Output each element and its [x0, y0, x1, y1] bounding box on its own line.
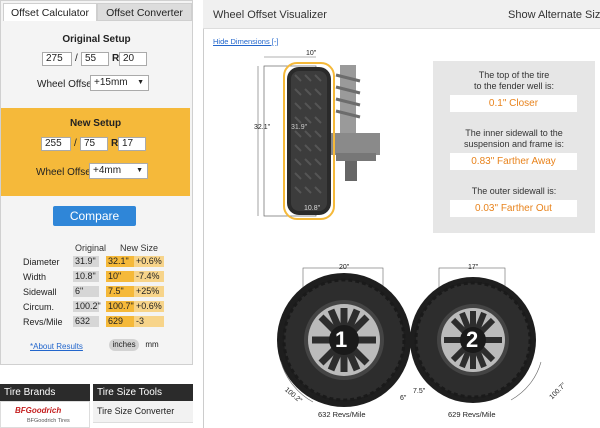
tire-1-sidewall: 6" — [400, 395, 407, 402]
diff-value: -3 — [134, 316, 164, 327]
dim-top-width: 10" — [306, 50, 317, 57]
diff-value: +0.6% — [134, 256, 164, 267]
new-value: 629 — [106, 316, 134, 327]
wheel-offset-label: Wheel Offset — [37, 79, 95, 90]
fact-value-3: 0.03" Farther Out — [450, 200, 577, 217]
original-rim-input[interactable]: 20 — [119, 52, 147, 66]
suspension-illustration — [257, 56, 380, 220]
dim-bottom-width: 10.8" — [304, 205, 321, 212]
strut-icon — [330, 65, 380, 181]
show-alternate-sizes-link[interactable]: Show Alternate Sizes [- — [508, 9, 600, 21]
col-header-original: Original — [75, 243, 107, 253]
tire-size-tools-header: Tire Size Tools — [93, 384, 193, 401]
original-aspect-input[interactable]: 55 — [81, 52, 109, 66]
bfgoodrich-logo: BFGoodrich — [15, 406, 62, 415]
fact-text-2b: suspension and frame is: — [463, 139, 565, 149]
tire-2-width-label: 17" — [468, 264, 479, 271]
orig-value: 10.8" — [73, 271, 99, 282]
tire-brands-header: Tire Brands — [0, 384, 90, 401]
dropdown-arrow-icon: ▼ — [137, 79, 144, 86]
tire-1-number: 1 — [335, 327, 348, 352]
new-value: 10" — [106, 271, 134, 282]
tire-2-revs: 629 Revs/Mile — [448, 410, 496, 419]
tab-offset-calculator[interactable]: Offset Calculator — [3, 3, 97, 21]
tire-size-converter-link[interactable]: Tire Size Converter — [97, 406, 174, 416]
row-label: Diameter — [23, 257, 60, 267]
fact-text-1a: The top of the tire — [478, 70, 550, 80]
new-setup-title: New Setup — [69, 118, 122, 129]
orig-value: 100.2" — [73, 301, 101, 312]
tire-2-sidewall: 7.5" — [413, 388, 426, 395]
tire-comparison-illustration — [277, 267, 542, 407]
col-header-new-size: New Size — [120, 243, 159, 253]
dim-side-diameter: 32.1" — [254, 124, 271, 131]
side-tire-icon — [283, 62, 335, 220]
new-value: 100.7" — [106, 301, 134, 312]
diff-value: +0.6% — [134, 301, 164, 312]
visualizer-title: Wheel Offset Visualizer — [213, 9, 327, 21]
new-rim-input[interactable]: 17 — [118, 137, 146, 151]
unit-toggle-inches[interactable]: inches — [109, 339, 139, 351]
new-value: 32.1" — [106, 256, 134, 267]
new-offset-select[interactable]: +4mm ▼ — [89, 163, 148, 179]
compare-button[interactable]: Compare — [53, 206, 136, 226]
diff-value: +25% — [134, 286, 164, 297]
dropdown-arrow-icon: ▼ — [136, 167, 143, 174]
orig-value: 6" — [73, 286, 99, 297]
original-offset-select[interactable]: +15mm ▼ — [90, 75, 149, 91]
original-width-input[interactable]: 275 — [42, 52, 72, 66]
row-label: Sidewall — [23, 287, 57, 297]
tire-1-revs: 632 Revs/Mile — [318, 410, 366, 419]
brand-caption: BFGoodrich Tires — [27, 418, 70, 424]
diff-value: -7.4% — [134, 271, 164, 282]
fact-value-1: 0.1" Closer — [450, 95, 577, 112]
about-results-link[interactable]: *About Results — [30, 342, 83, 351]
fact-text-1b: to the fender well is: — [473, 81, 555, 91]
row-label: Width — [23, 272, 47, 282]
tire-1-width-label: 20" — [339, 264, 350, 271]
original-setup-title: Original Setup — [62, 34, 131, 45]
slash-separator: / — [74, 138, 77, 149]
wheel-offset-label: Wheel Offset — [36, 167, 94, 178]
original-offset-value: +15mm — [94, 77, 128, 88]
orig-value: 31.9" — [73, 256, 99, 267]
row-label: Revs/Mile — [23, 317, 63, 327]
unit-toggle-mm[interactable]: mm — [141, 339, 163, 351]
fact-value-2: 0.83" Farther Away — [450, 153, 577, 170]
dim-inner-diameter: 31.9" — [291, 124, 308, 131]
new-width-input[interactable]: 255 — [41, 137, 71, 151]
new-aspect-input[interactable]: 75 — [80, 137, 108, 151]
brand-card[interactable]: BFGoodrich BFGoodrich Tires — [0, 401, 90, 428]
slash-separator: / — [75, 53, 78, 64]
tire-2-number: 2 — [466, 327, 479, 352]
row-label: Circum. — [23, 302, 54, 312]
fact-text-3: The outer sidewall is: — [471, 186, 557, 196]
new-offset-value: +4mm — [93, 165, 122, 176]
tab-offset-converter[interactable]: Offset Converter — [97, 3, 192, 21]
fact-text-2a: The inner sidewall to the — [465, 128, 563, 138]
orig-value: 632 — [73, 316, 99, 327]
tool-item[interactable]: Tire Size Converter — [93, 401, 193, 423]
new-value: 7.5" — [106, 286, 134, 297]
